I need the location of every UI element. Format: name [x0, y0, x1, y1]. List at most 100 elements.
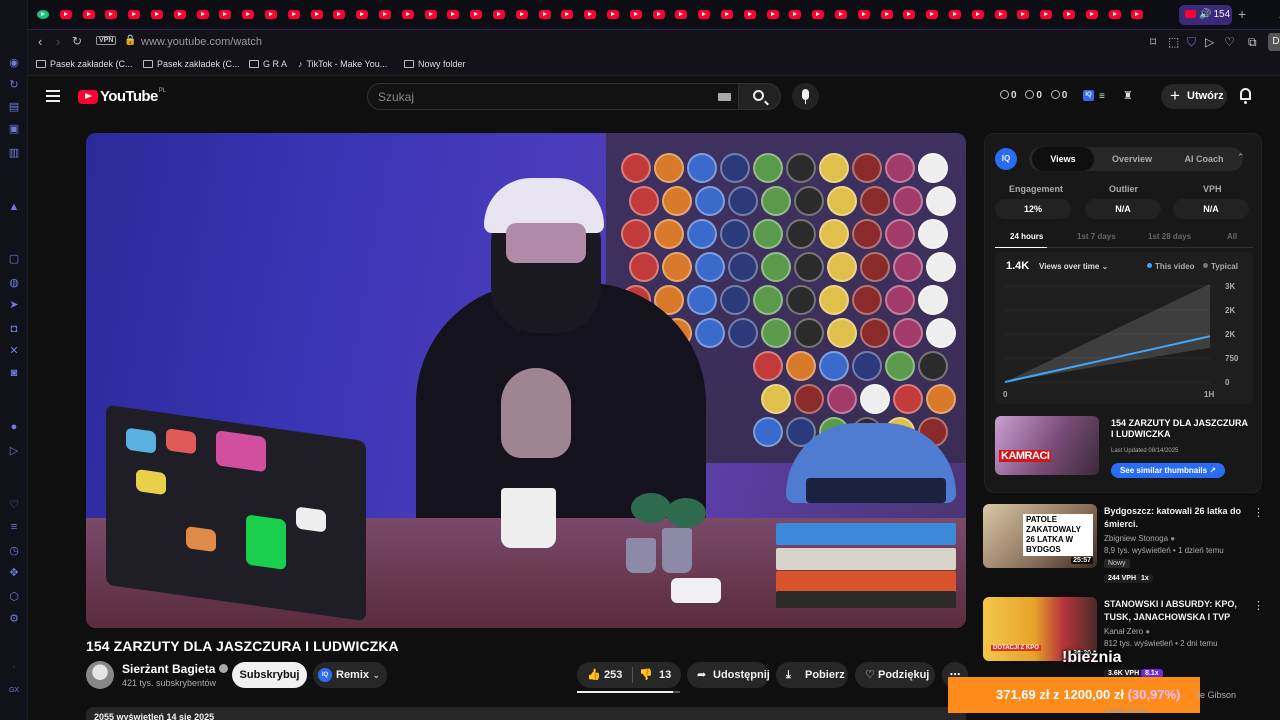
list-icon[interactable]: ≡ [1099, 91, 1105, 102]
send-icon[interactable]: ▷ [1205, 35, 1214, 49]
browser-tab[interactable] [127, 8, 141, 22]
gx-icon[interactable]: GX [7, 684, 21, 698]
browser-tab[interactable] [196, 8, 210, 22]
tab-ai-coach[interactable]: AI Coach [1169, 147, 1239, 171]
browser-tab[interactable] [652, 8, 666, 22]
bookmark-item[interactable]: ♪ TikTok - Make You... [298, 59, 387, 69]
thumbs-up-icon[interactable]: 👍 [587, 662, 601, 688]
x-icon[interactable]: ✕ [7, 344, 21, 358]
browser-tab[interactable] [880, 8, 894, 22]
browser-tab[interactable] [241, 8, 255, 22]
description-box[interactable]: 2055 wyświetleń 14 sie 2025 [86, 707, 966, 720]
video-player[interactable] [86, 133, 966, 628]
browser-tab[interactable] [834, 8, 848, 22]
bookmark-item[interactable]: Nowy folder [404, 59, 466, 69]
browser-tab[interactable] [1016, 8, 1030, 22]
twitch-icon[interactable]: ▢ [7, 252, 21, 266]
browser-tab[interactable] [948, 8, 962, 22]
forward-icon[interactable]: › [56, 34, 60, 49]
browser-tab[interactable] [218, 8, 232, 22]
vpn-badge[interactable]: VPN [96, 36, 117, 45]
bookmark-item[interactable]: G R A [249, 59, 287, 69]
rec-thumbnail[interactable]: PATOLE ZAKATOWALY 26 LATKA W BYDGOS 25:5… [983, 504, 1097, 568]
browser-tab[interactable] [424, 8, 438, 22]
rec-title[interactable]: STANOWSKI I ABSURDY: KPO, TUSK, JANACHOW… [1104, 598, 1254, 624]
cube-icon[interactable]: ⬡ [7, 590, 21, 604]
active-tab[interactable]: 🔊 154 [1179, 5, 1232, 25]
chart-metric-select[interactable]: Views over time ⌄ [1039, 262, 1108, 271]
extensions-puzzle-icon[interactable]: ⧉ [1248, 35, 1257, 50]
browser-tab[interactable] [332, 8, 346, 22]
browser-tab[interactable] [697, 8, 711, 22]
browser-tab[interactable] [1062, 8, 1076, 22]
settings-icon[interactable]: ⚙ [7, 612, 21, 626]
tab-overview[interactable]: Overview [1099, 147, 1165, 171]
browser-tab[interactable] [971, 8, 985, 22]
browser-tab[interactable] [743, 8, 757, 22]
download-button[interactable]: ⤓ Pobierz [776, 662, 848, 688]
browser-tab[interactable] [720, 8, 734, 22]
browser-tab[interactable] [104, 8, 118, 22]
keyboard-icon[interactable] [718, 93, 731, 101]
channel-name[interactable]: Sierżant Bagieta [122, 662, 229, 676]
like-count[interactable]: 253 [604, 662, 622, 688]
browser-tab[interactable] [606, 8, 620, 22]
browser-tab[interactable] [538, 8, 552, 22]
telegram-icon[interactable]: ➤ [7, 298, 21, 312]
recommended-item[interactable]: DOTACJI Z KPO 36:20 STANOWSKI I ABSURDY:… [983, 597, 1280, 682]
browser-tab[interactable] [811, 8, 825, 22]
browser-tab[interactable] [492, 8, 506, 22]
browser-tab[interactable] [59, 8, 73, 22]
share-button[interactable]: ➦ Udostępnij [687, 662, 770, 688]
back-icon[interactable]: ‹ [38, 34, 42, 49]
browser-tab[interactable] [766, 8, 780, 22]
browser-tab[interactable] [287, 8, 301, 22]
browser-tab[interactable] [1130, 8, 1144, 22]
extensions-icon[interactable]: ✥ [7, 566, 21, 580]
instagram-icon[interactable]: ◘ [7, 322, 21, 336]
browser-tab[interactable] [515, 8, 529, 22]
similar-thumbnails-button[interactable]: See similar thumbnails ↗ [1111, 463, 1225, 478]
clock-icon[interactable]: ◷ [7, 544, 21, 558]
browser-tab[interactable] [788, 8, 802, 22]
video-thumbnail[interactable]: KAMRACI [995, 416, 1099, 475]
more-vert-icon[interactable]: ⋮ [1253, 506, 1264, 519]
history-icon[interactable]: ↻ [7, 78, 21, 92]
browser-tab[interactable] [1108, 8, 1122, 22]
thumbs-down-icon[interactable]: 👎 [639, 662, 653, 688]
recommended-item[interactable]: PATOLE ZAKATOWALY 26 LATKA W BYDGOS 25:5… [983, 504, 1280, 589]
menu-icon[interactable] [46, 90, 60, 102]
bag-icon[interactable]: ▤ [7, 100, 21, 114]
bookmark-icon[interactable]: ⌑ [1150, 35, 1156, 49]
browser-tab[interactable] [674, 8, 688, 22]
collapse-icon[interactable]: ⌃ [1237, 152, 1245, 163]
rec-title[interactable]: Bydgoszcz: katowali 26 latka do śmierci. [1104, 505, 1254, 531]
range-24h[interactable]: 24 hours [1010, 232, 1043, 241]
reload-icon[interactable]: ↻ [72, 34, 82, 48]
browser-tab[interactable] [994, 8, 1008, 22]
channel-avatar[interactable] [86, 661, 114, 689]
browser-tab[interactable] [583, 8, 597, 22]
tab-views[interactable]: Views [1032, 147, 1094, 171]
range-7d[interactable]: 1st 7 days [1077, 232, 1116, 241]
lock-icon[interactable]: 🔒 [124, 35, 136, 46]
rec-channel[interactable]: Kanał Zero ● [1104, 627, 1150, 636]
range-28d[interactable]: 1st 28 days [1148, 232, 1191, 241]
bookmark-item[interactable]: Pasek zakładek (C... [36, 59, 133, 69]
speed-dial-icon[interactable]: ◉ [7, 56, 21, 70]
tv-icon[interactable]: ▣ [7, 122, 21, 136]
browser-tab[interactable] [469, 8, 483, 22]
shield-icon[interactable]: ⛉ [1187, 35, 1196, 50]
browser-tab[interactable] [857, 8, 871, 22]
rec-channel[interactable]: Zbigniew Stonoga ● [1104, 534, 1175, 543]
search-input[interactable] [378, 88, 698, 106]
music-icon[interactable]: ● [7, 420, 21, 434]
thanks-button[interactable]: ♡ Podziękuj [855, 662, 935, 688]
player-icon[interactable]: ▷ [7, 444, 21, 458]
voice-search-button[interactable] [792, 83, 819, 110]
url-field[interactable]: www.youtube.com/watch [141, 36, 262, 48]
speaker-icon[interactable]: 🔊 [1199, 5, 1211, 25]
youtube-logo[interactable]: YouTubePL [78, 88, 166, 106]
trophy-icon[interactable]: ♜ [1123, 89, 1133, 102]
browser-tab[interactable] [446, 8, 460, 22]
